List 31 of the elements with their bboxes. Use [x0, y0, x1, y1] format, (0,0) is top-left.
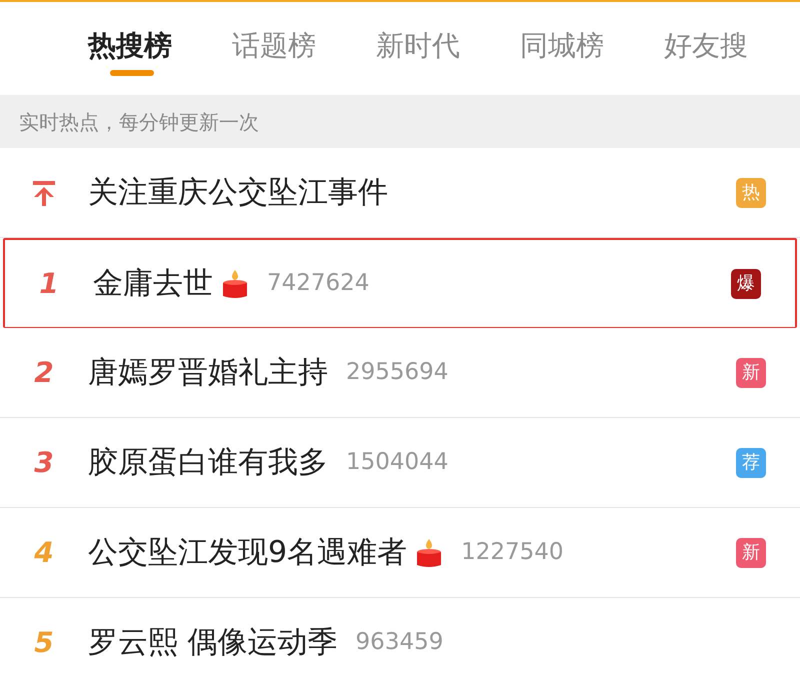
search-count: 7427624 — [267, 269, 370, 298]
topic-badge: 热 — [736, 178, 766, 208]
topic-title: 胶原蛋白谁有我多 — [88, 444, 328, 482]
search-count: 963459 — [356, 628, 444, 658]
topic-badge: 新 — [736, 538, 766, 568]
topic-badge: 爆 — [731, 268, 761, 298]
hot-search-row[interactable]: 2 唐嫣罗晋婚礼主持 2955694 新 — [0, 328, 800, 418]
topic-title: 罗云熙 偶像运动季 — [88, 624, 338, 662]
hot-search-row[interactable]: 4 公交坠江发现9名遇难者 1227540 新 — [0, 508, 800, 598]
search-count: 1504044 — [346, 448, 448, 478]
hot-search-row[interactable]: 关注重庆公交坠江事件 热 — [0, 148, 800, 238]
tab[interactable]: 热搜榜 — [74, 2, 186, 90]
topic-title: 唐嫣罗晋婚礼主持 — [88, 354, 328, 392]
search-count: 1227540 — [461, 538, 564, 568]
tab-indicator — [110, 70, 154, 76]
search-count: 2955694 — [346, 358, 448, 388]
hot-search-row[interactable]: 1 金庸去世 7427624 爆 — [3, 238, 797, 328]
rank-number: 3 — [34, 444, 54, 480]
rank-number: 5 — [34, 624, 54, 660]
rank-number: 1 — [39, 266, 59, 302]
rank-number: 2 — [34, 354, 54, 390]
notice-text: 实时热点，每分钟更新一次 — [19, 108, 259, 136]
topic-title: 金庸去世 — [93, 265, 213, 303]
topic-badge: 新 — [736, 358, 766, 388]
hot-search-row[interactable]: 3 胶原蛋白谁有我多 1504044 荐 — [0, 418, 800, 508]
hot-search-row[interactable]: 5 罗云熙 偶像运动季 963459 — [0, 598, 800, 679]
pin-to-top-icon — [31, 178, 57, 206]
topic-title: 公交坠江发现9名遇难者 — [88, 534, 408, 572]
topic-badge: 荐 — [736, 448, 766, 478]
topic-title: 关注重庆公交坠江事件 — [88, 174, 388, 212]
rank-number: 4 — [34, 534, 54, 570]
